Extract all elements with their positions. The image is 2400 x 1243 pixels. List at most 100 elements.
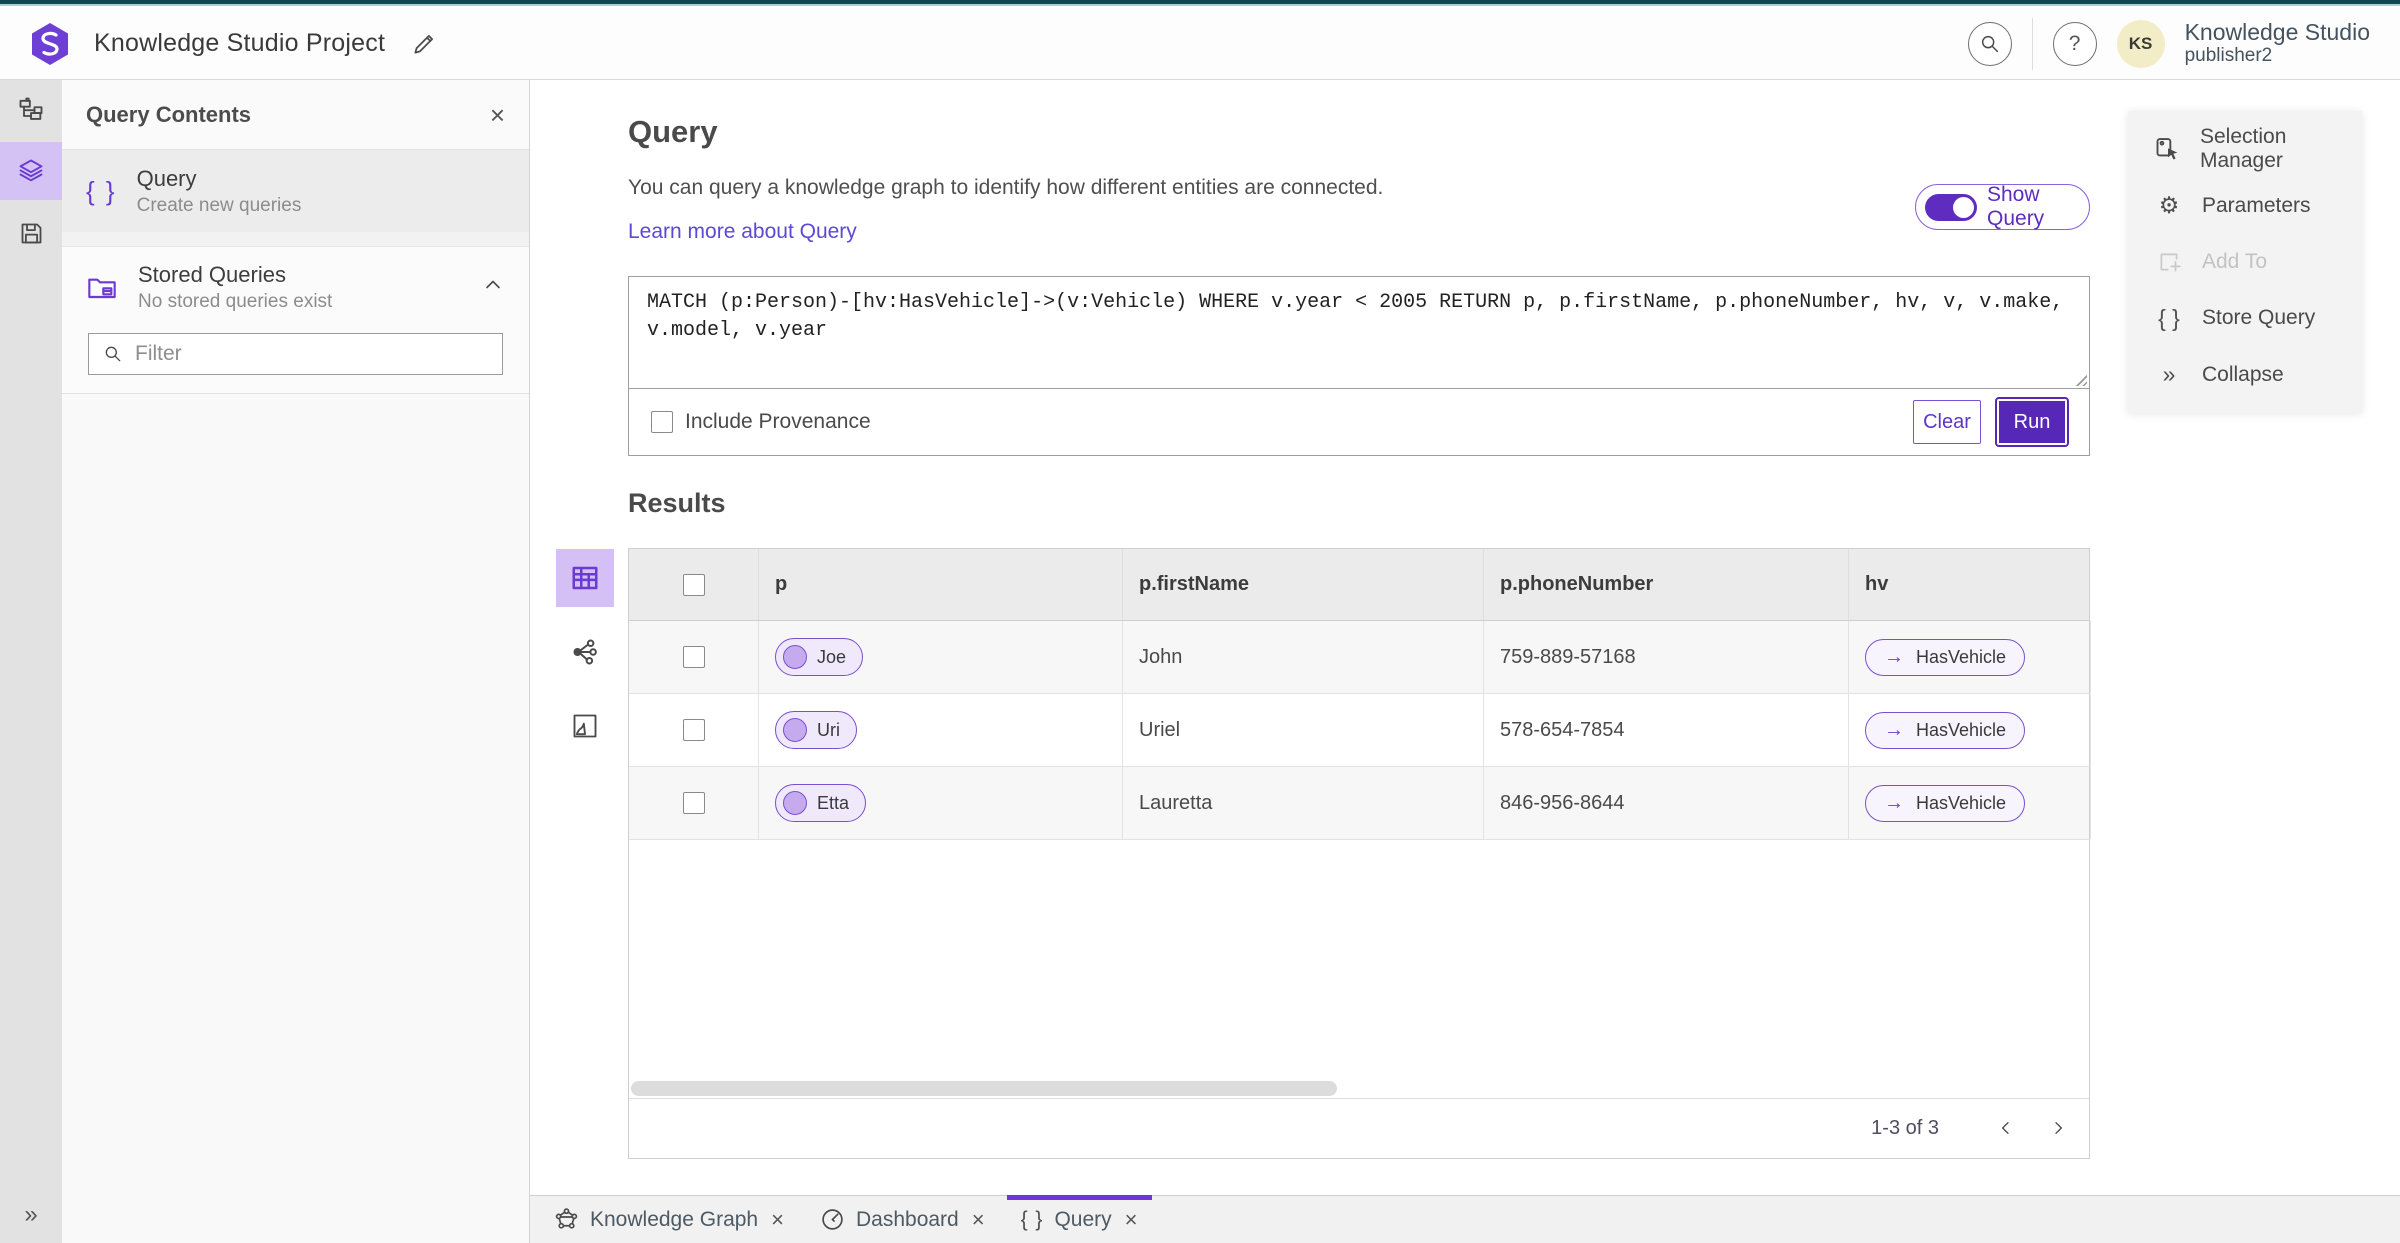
include-provenance-checkbox[interactable] — [651, 411, 673, 433]
learn-more-link[interactable]: Learn more about Query — [628, 220, 857, 244]
help-button[interactable]: ? — [2052, 21, 2097, 66]
parameters-label: Parameters — [2202, 193, 2311, 217]
rail-item-data-model[interactable] — [0, 80, 62, 138]
query-item-title: Query — [136, 165, 197, 191]
entity-pill[interactable]: Joe — [775, 638, 864, 676]
table-icon — [572, 566, 598, 590]
page-description: You can query a knowledge graph to ident… — [628, 176, 1384, 199]
resize-handle[interactable] — [2073, 372, 2087, 386]
column-header-phonenumber[interactable]: p.phoneNumber — [1484, 549, 1849, 620]
edit-project-title-button[interactable] — [411, 31, 437, 57]
panel-title: Query Contents — [86, 101, 252, 127]
toggle-switch-on[interactable] — [1925, 193, 1977, 221]
query-textarea[interactable]: MATCH (p:Person)-[hv:HasVehicle]->(v:Veh… — [629, 277, 2089, 389]
filter-section — [62, 327, 529, 394]
entity-node-icon — [783, 718, 807, 742]
query-main-area: Query You can query a knowledge graph to… — [530, 80, 2400, 1243]
row-checkbox[interactable] — [682, 646, 705, 668]
gauge-icon — [822, 1209, 843, 1230]
relationship-pill-label: HasVehicle — [1916, 646, 2007, 667]
table-row: Etta Lauretta 846-956-8644 → HasVehicle — [629, 767, 2091, 840]
store-query-label: Store Query — [2202, 306, 2316, 330]
page-title: Query — [628, 114, 718, 149]
tab-dashboard[interactable]: Dashboard × — [802, 1196, 1003, 1243]
chevron-right-icon — [2055, 1122, 2062, 1134]
pagination-count: 1-3 of 3 — [1871, 1116, 1939, 1139]
results-table: p p.firstName p.phoneNumber hv Joe John … — [628, 548, 2091, 1159]
store-query-button[interactable]: { } Store Query — [2128, 292, 2362, 344]
panel-item-query[interactable]: { } Query Create new queries — [62, 150, 529, 232]
stored-queries-title: Stored Queries — [138, 261, 286, 287]
entity-pill-label: Joe — [817, 646, 847, 667]
previous-page-button[interactable] — [1991, 1113, 2021, 1143]
add-to-button[interactable]: Add To — [2128, 236, 2362, 288]
column-header-hv[interactable]: hv — [1849, 549, 2091, 620]
pagination: 1-3 of 3 — [629, 1098, 2089, 1158]
entity-pill[interactable]: Uri — [775, 711, 857, 749]
panel-section-gap — [62, 232, 529, 247]
selection-manager-label: Selection Manager — [2200, 125, 2287, 173]
tab-query[interactable]: { } Query × — [1003, 1195, 1156, 1243]
close-tab-button[interactable]: × — [1125, 1207, 1138, 1233]
bottom-tab-bar: Knowledge Graph × Dashboard × { } Query … — [530, 1195, 2400, 1243]
network-icon — [555, 1208, 578, 1229]
clear-button[interactable]: Clear — [1913, 400, 1981, 444]
relationship-pill[interactable]: → HasVehicle — [1865, 711, 2026, 749]
show-query-toggle[interactable]: Show Query — [1915, 183, 2090, 230]
project-title: Knowledge Studio Project — [94, 29, 386, 57]
tab-knowledge-graph[interactable]: Knowledge Graph × — [536, 1196, 802, 1243]
collapse-panel-button[interactable]: » Collapse — [2128, 349, 2362, 401]
search-button[interactable] — [1967, 21, 2012, 66]
help-icon: ? — [2068, 31, 2081, 55]
graph-view-button[interactable] — [556, 623, 614, 681]
query-contents-panel: Query Contents × { } Query Create new qu… — [62, 80, 530, 1243]
panel-item-stored-queries[interactable]: Stored Queries No stored queries exist — [62, 247, 529, 327]
table-view-button[interactable] — [556, 549, 614, 607]
entity-pill[interactable]: Etta — [775, 784, 867, 822]
cell-firstname: Lauretta — [1123, 767, 1484, 839]
pencil-icon — [414, 34, 434, 54]
rail-item-save[interactable] — [0, 204, 62, 262]
avatar-initials: KS — [2128, 33, 2153, 53]
panel-header: Query Contents × — [62, 80, 529, 150]
entity-pill-label: Uri — [817, 719, 840, 740]
chart-view-button[interactable] — [556, 697, 614, 755]
row-checkbox[interactable] — [682, 792, 705, 814]
user-name: publisher2 — [2184, 44, 2273, 66]
folder-icon — [88, 278, 116, 299]
next-page-button[interactable] — [2043, 1113, 2073, 1143]
query-editor-panel: MATCH (p:Person)-[hv:HasVehicle]->(v:Veh… — [628, 276, 2090, 456]
search-icon — [1981, 35, 1998, 52]
collapse-label: Collapse — [2202, 362, 2284, 386]
table-row: Uri Uriel 578-654-7854 → HasVehicle — [629, 694, 2091, 767]
arrow-right-icon: → — [1884, 718, 1904, 741]
relationship-pill-label: HasVehicle — [1916, 719, 2007, 740]
filter-input[interactable] — [135, 342, 488, 366]
relationship-pill-label: HasVehicle — [1916, 792, 2007, 813]
column-header-firstname[interactable]: p.firstName — [1123, 549, 1484, 620]
expand-rail-button[interactable]: » — [0, 1201, 62, 1229]
tab-label: Query — [1054, 1207, 1112, 1231]
results-title: Results — [628, 488, 726, 518]
relationship-pill[interactable]: → HasVehicle — [1865, 638, 2026, 676]
close-tab-button[interactable]: × — [972, 1207, 985, 1233]
collapse-section-button[interactable] — [481, 273, 505, 302]
horizontal-scrollbar-thumb[interactable] — [631, 1081, 1337, 1096]
column-header-p[interactable]: p — [759, 549, 1123, 620]
selection-manager-button[interactable]: Selection Manager — [2128, 123, 2362, 175]
selection-manager-icon — [2156, 138, 2178, 160]
close-panel-button[interactable]: × — [490, 102, 505, 128]
show-query-label: Show Query — [1987, 183, 2045, 230]
braces-icon: { } — [2158, 304, 2180, 331]
relationship-pill[interactable]: → HasVehicle — [1865, 784, 2026, 822]
close-tab-button[interactable]: × — [771, 1207, 784, 1233]
parameters-button[interactable]: ⚙ Parameters — [2128, 180, 2362, 232]
select-all-checkbox[interactable] — [682, 573, 705, 596]
run-button[interactable]: Run — [1995, 397, 2069, 447]
app-name: Knowledge Studio — [2184, 19, 2370, 46]
query-editor-footer: Include Provenance Clear Run — [629, 389, 2089, 455]
rail-item-layers[interactable] — [0, 142, 62, 200]
row-checkbox[interactable] — [682, 719, 705, 741]
add-to-label: Add To — [2202, 249, 2267, 273]
avatar[interactable]: KS — [2116, 19, 2165, 68]
